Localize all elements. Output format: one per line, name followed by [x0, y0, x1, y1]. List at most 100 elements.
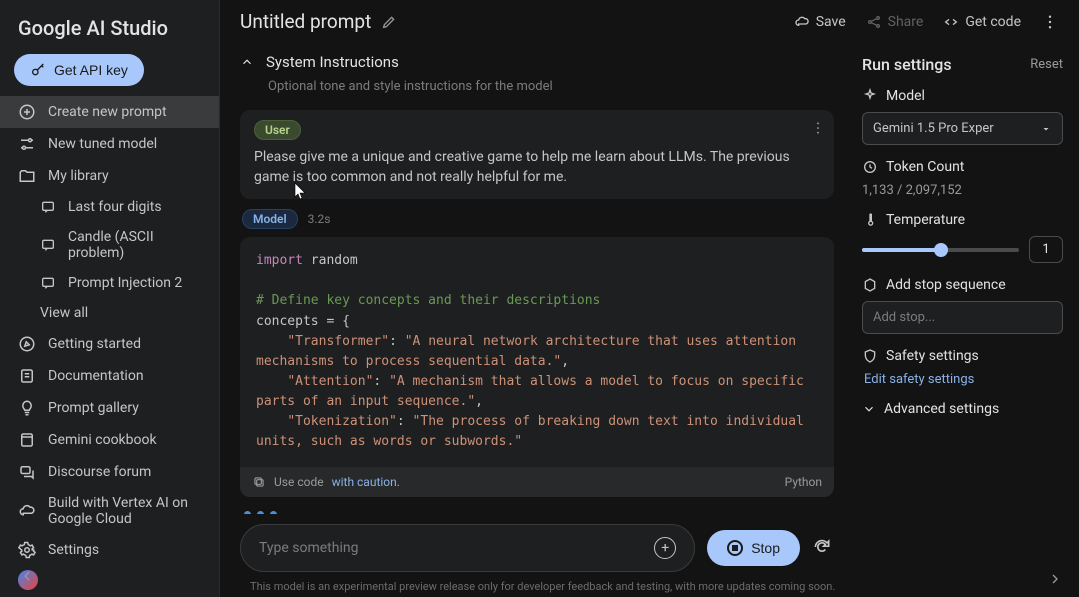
tuned-model-label: New tuned model: [48, 136, 157, 152]
edit-title-button[interactable]: [381, 14, 397, 30]
model-label: Model: [886, 88, 925, 104]
tune-icon: [18, 135, 36, 153]
sidebar-item-forum[interactable]: Discourse forum: [0, 456, 219, 488]
system-instructions-title: System Instructions: [266, 53, 399, 71]
model-select[interactable]: Gemini 1.5 Pro Exper: [862, 112, 1063, 145]
safety-label: Safety settings: [886, 348, 979, 364]
documentation-label: Documentation: [48, 368, 144, 384]
reset-button[interactable]: Reset: [1030, 57, 1063, 72]
chevron-up-icon: [240, 55, 254, 69]
user-message[interactable]: User Please give me a unique and creativ…: [240, 110, 834, 199]
token-value: 1,133 / 2,097,152: [862, 183, 1063, 198]
user-role-pill: User: [254, 120, 301, 140]
code-block[interactable]: import random # Define key concepts and …: [240, 237, 834, 466]
sidebar-item-settings[interactable]: Settings: [0, 534, 219, 566]
more-vert-icon: [810, 120, 826, 136]
prompt-placeholder: Type something: [259, 540, 358, 556]
save-label: Save: [816, 14, 846, 30]
token-icon: [862, 159, 878, 175]
sidebar-item-tuned-model[interactable]: New tuned model: [0, 128, 219, 160]
content-area: System Instructions Optional tone and st…: [220, 43, 1079, 597]
view-all-link[interactable]: View all: [0, 298, 219, 328]
temperature-slider[interactable]: [862, 248, 1019, 252]
prompt-input[interactable]: Type something +: [240, 524, 695, 572]
stop-sequence-label: Add stop sequence: [886, 277, 1006, 293]
thermometer-icon: [862, 212, 878, 228]
sidebar-item-create-prompt[interactable]: Create new prompt: [0, 96, 219, 128]
sidebar-item-getting-started[interactable]: Getting started: [0, 328, 219, 360]
lightbulb-icon: [18, 399, 36, 417]
stop-sequence-input[interactable]: Add stop...: [862, 301, 1063, 334]
token-label: Token Count: [886, 159, 964, 175]
library-item-2[interactable]: Prompt Injection 2: [0, 268, 219, 298]
sparkle-icon: [862, 88, 878, 104]
temperature-value[interactable]: 1: [1029, 236, 1063, 263]
message-more-button[interactable]: [810, 120, 826, 136]
topbar: Untitled prompt Save Share Get code: [220, 0, 1079, 43]
sidebar-item-prompt-gallery[interactable]: Prompt gallery: [0, 392, 219, 424]
folder-icon: [18, 167, 36, 185]
add-attachment-button[interactable]: +: [654, 537, 676, 559]
model-role-pill: Model: [242, 209, 298, 229]
code-string: "Transformer": [287, 334, 389, 349]
chevron-down-icon: [862, 402, 876, 416]
expand-panel-button[interactable]: [1047, 571, 1063, 587]
run-settings-panel: Run settings Reset Model Gemini 1.5 Pro …: [854, 43, 1079, 597]
get-code-button[interactable]: Get code: [943, 14, 1021, 30]
compass-icon: [18, 335, 36, 353]
get-api-key-button[interactable]: Get API key: [14, 54, 144, 86]
stop-sequence-placeholder: Add stop...: [873, 310, 935, 325]
caution-link[interactable]: with caution.: [332, 475, 400, 489]
cloud-save-icon: [794, 14, 810, 30]
advanced-settings-toggle[interactable]: Advanced settings: [862, 401, 1063, 417]
temperature-label: Temperature: [886, 212, 965, 228]
code-string: "Attention": [287, 374, 373, 389]
chevron-left-icon: [19, 568, 35, 584]
code-text: concepts = {: [256, 314, 350, 329]
refresh-icon: [812, 537, 832, 557]
save-button[interactable]: Save: [794, 14, 846, 30]
system-instructions[interactable]: System Instructions Optional tone and st…: [240, 43, 846, 110]
refresh-button[interactable]: [812, 537, 834, 559]
more-menu-button[interactable]: [1041, 13, 1059, 31]
run-settings-title: Run settings: [862, 55, 952, 74]
stop-label: Stop: [751, 540, 780, 556]
sidebar-item-vertex[interactable]: Build with Vertex AI on Google Cloud: [0, 488, 219, 534]
stop-button[interactable]: Stop: [707, 530, 800, 566]
code-keyword: import: [256, 253, 303, 268]
pencil-icon: [381, 14, 397, 30]
library-item-label: Last four digits: [68, 199, 162, 215]
messages: User Please give me a unique and creativ…: [240, 110, 846, 514]
more-vert-icon: [1041, 13, 1059, 31]
cloud-icon: [18, 502, 36, 520]
chat-icon: [40, 237, 56, 253]
get-api-key-label: Get API key: [54, 62, 128, 78]
library-item-1[interactable]: Candle (ASCII problem): [0, 222, 219, 268]
sidebar-item-my-library[interactable]: My library: [0, 160, 219, 192]
edit-safety-link[interactable]: Edit safety settings: [862, 372, 1063, 387]
stop-icon: [727, 540, 743, 556]
collapse-sidebar-button[interactable]: [16, 565, 38, 587]
code-icon: [943, 14, 959, 30]
forum-icon: [18, 463, 36, 481]
settings-label: Settings: [48, 542, 99, 558]
hexagon-icon: [862, 277, 878, 293]
model-select-value: Gemini 1.5 Pro Exper: [873, 121, 994, 136]
library-item-0[interactable]: Last four digits: [0, 192, 219, 222]
sidebar-item-documentation[interactable]: Documentation: [0, 360, 219, 392]
share-icon: [866, 14, 882, 30]
system-instructions-subtitle: Optional tone and style instructions for…: [240, 71, 846, 94]
chat-icon: [40, 199, 56, 215]
forum-label: Discourse forum: [48, 464, 151, 480]
share-button[interactable]: Share: [866, 14, 924, 30]
main: Untitled prompt Save Share Get code: [220, 0, 1079, 597]
sidebar: Google AI Studio Get API key Create new …: [0, 0, 220, 597]
sidebar-item-cookbook[interactable]: Gemini cookbook: [0, 424, 219, 456]
create-prompt-label: Create new prompt: [48, 104, 167, 120]
advanced-label: Advanced settings: [884, 401, 999, 417]
plus-circle-icon: [18, 103, 36, 121]
caution-prefix: Use code: [274, 475, 324, 489]
gear-icon: [18, 541, 36, 559]
copy-icon[interactable]: [252, 475, 266, 489]
getting-started-label: Getting started: [48, 336, 141, 352]
